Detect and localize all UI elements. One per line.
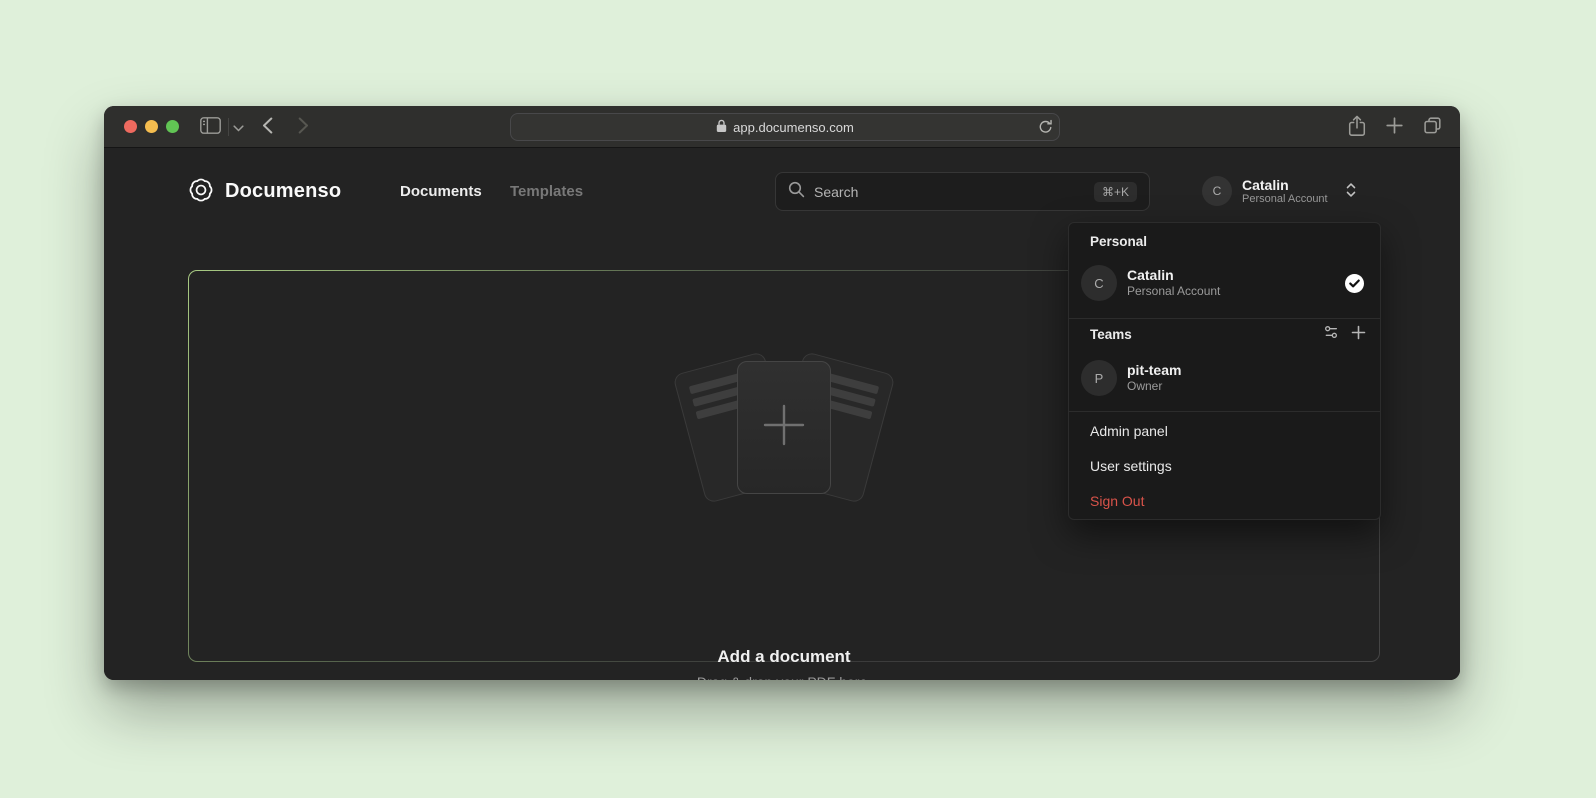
share-button[interactable]	[1348, 115, 1366, 140]
browser-toolbar: app.documenso.com	[104, 106, 1460, 148]
selected-check-icon	[1345, 274, 1364, 293]
document-card-center	[737, 361, 831, 494]
menu-item-sign-out[interactable]: Sign Out	[1077, 483, 1372, 518]
account-name: Catalin	[1242, 177, 1328, 193]
close-button[interactable]	[124, 120, 137, 133]
settings-sliders-icon	[1323, 324, 1339, 343]
share-icon	[1348, 115, 1366, 140]
tab-overview-button[interactable]	[1423, 116, 1442, 138]
nav-tab-documents[interactable]: Documents	[400, 183, 482, 200]
team-name: pit-team	[1127, 362, 1181, 379]
plus-icon	[1351, 325, 1366, 343]
forward-icon	[298, 117, 309, 137]
tab-group-chevron-button[interactable]	[233, 106, 244, 148]
browser-window: app.documenso.com	[104, 106, 1460, 680]
brand-name: Documenso	[225, 180, 341, 203]
menu-item-user-settings[interactable]: User settings	[1077, 448, 1372, 483]
account-type: Personal Account	[1242, 193, 1328, 206]
personal-account-item[interactable]: C Catalin Personal Account	[1081, 261, 1368, 305]
minimize-button[interactable]	[145, 120, 158, 133]
teams-section-label: Teams	[1090, 327, 1132, 342]
url-text: app.documenso.com	[733, 120, 854, 135]
toolbar-right-actions	[1348, 106, 1442, 148]
dropzone-subtitle: Drag & drop your PDF here.	[189, 674, 1379, 680]
menu-separator	[1069, 318, 1380, 319]
team-item-pit-team[interactable]: P pit-team Owner	[1081, 356, 1368, 400]
desktop-background: { "browser": { "url": "app.documenso.com…	[0, 0, 1596, 798]
sidebar-toggle-button[interactable]	[200, 106, 221, 148]
lock-icon	[716, 119, 727, 136]
menu-separator	[1069, 411, 1380, 412]
add-team-button[interactable]	[1351, 324, 1366, 343]
teams-actions	[1323, 324, 1366, 343]
nav-tab-templates[interactable]: Templates	[510, 183, 583, 200]
chevron-down-icon	[233, 120, 244, 135]
reload-button[interactable]	[1038, 119, 1053, 138]
toolbar-divider	[228, 118, 229, 136]
account-dropdown-menu: Personal C Catalin Personal Account Team…	[1068, 222, 1381, 520]
personal-account-name: Catalin	[1127, 267, 1220, 284]
search-input[interactable]	[814, 184, 1094, 200]
personal-account-avatar: C	[1081, 265, 1117, 301]
web-page: Documenso Documents Templates ⌘+K C Cata…	[104, 148, 1460, 680]
brand-home-link[interactable]: Documenso	[188, 177, 341, 206]
chevrons-up-down-icon	[1344, 182, 1358, 201]
personal-section-label: Personal	[1090, 234, 1147, 249]
sidebar-icon	[200, 117, 221, 137]
account-menu-button[interactable]: C Catalin Personal Account	[1202, 171, 1358, 211]
window-controls	[124, 120, 179, 133]
new-tab-button[interactable]	[1386, 117, 1403, 137]
plus-icon	[1386, 117, 1403, 137]
account-avatar: C	[1202, 176, 1232, 206]
personal-account-subtitle: Personal Account	[1127, 284, 1220, 299]
search-bar: ⌘+K	[775, 172, 1150, 211]
back-button[interactable]	[262, 106, 273, 148]
add-plus-icon	[758, 399, 810, 456]
tabs-icon	[1423, 116, 1442, 138]
search-icon	[788, 181, 805, 203]
team-role: Owner	[1127, 379, 1181, 394]
documenso-logo-icon	[188, 177, 214, 206]
address-bar[interactable]: app.documenso.com	[510, 113, 1060, 141]
manage-teams-button[interactable]	[1323, 324, 1339, 343]
search-shortcut-badge: ⌘+K	[1094, 182, 1137, 202]
reload-icon	[1038, 123, 1053, 138]
menu-item-admin-panel[interactable]: Admin panel	[1077, 413, 1372, 448]
dropzone-title: Add a document	[189, 647, 1379, 667]
zoom-button[interactable]	[166, 120, 179, 133]
back-icon	[262, 117, 273, 137]
forward-button[interactable]	[298, 106, 309, 148]
team-avatar: P	[1081, 360, 1117, 396]
